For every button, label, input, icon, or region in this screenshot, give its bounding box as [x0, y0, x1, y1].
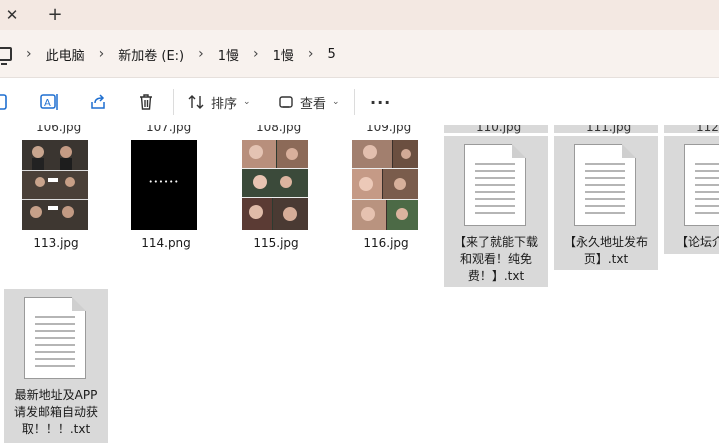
- file-name-line: 页】.txt: [583, 252, 629, 266]
- computer-icon[interactable]: [0, 47, 12, 65]
- file-name[interactable]: 111.jpg: [586, 125, 631, 134]
- file-name-line: 费！】.txt: [467, 269, 525, 283]
- chevron-down-icon: ⌄: [332, 97, 340, 107]
- file-item-114[interactable]: •••••• 114.png: [114, 136, 218, 260]
- new-tab-button[interactable]: +: [44, 4, 66, 26]
- close-tab-icon[interactable]: ✕: [2, 5, 22, 25]
- rename-button[interactable]: A: [40, 91, 60, 113]
- image-thumbnail: [22, 140, 88, 230]
- breadcrumb-drive-e[interactable]: 新加卷 (E:): [118, 45, 184, 64]
- file-name: 116.jpg: [363, 236, 409, 250]
- svg-text:A: A: [44, 98, 51, 109]
- chevron-right-icon[interactable]: ›: [253, 46, 259, 62]
- copy-button[interactable]: [0, 91, 10, 113]
- file-name-line: 【来了就能下载: [453, 235, 538, 249]
- chevron-right-icon[interactable]: ›: [26, 46, 32, 62]
- share-icon: [91, 94, 105, 109]
- address-bar: › 此电脑 › 新加卷 (E:) › 1慢 › 1慢 › 5: [0, 30, 719, 78]
- file-name[interactable]: 107.jpg: [146, 125, 191, 134]
- delete-button[interactable]: [137, 91, 155, 113]
- file-name[interactable]: 112.jp: [696, 125, 719, 134]
- file-name[interactable]: 108.jpg: [256, 125, 301, 134]
- file-name-line: 【论坛介: [676, 235, 719, 249]
- toolbar-divider: [173, 89, 174, 115]
- file-name[interactable]: 110.jpg: [476, 125, 521, 134]
- file-name[interactable]: 106.jpg: [36, 125, 81, 134]
- file-name-line: 请发邮箱自动获: [13, 405, 98, 419]
- file-name[interactable]: 109.jpg: [366, 125, 411, 134]
- more-options-button[interactable]: ···: [370, 91, 391, 113]
- image-thumbnail: [352, 140, 418, 230]
- file-item-115[interactable]: 115.jpg: [224, 136, 328, 260]
- chevron-right-icon[interactable]: ›: [308, 46, 314, 62]
- text-file-icon: [574, 144, 636, 226]
- thumbnail-dots: ••••••: [148, 178, 180, 186]
- file-item-116[interactable]: 116.jpg: [334, 136, 438, 260]
- text-file-icon: [24, 297, 86, 379]
- file-item-txt-latest[interactable]: 最新地址及APP 请发邮箱自动获 取！！！.txt: [4, 289, 108, 443]
- file-name: 115.jpg: [253, 236, 299, 250]
- file-name-line: 【永久地址发布: [563, 235, 648, 249]
- image-thumbnail: [242, 140, 308, 230]
- image-thumbnail: ••••••: [131, 140, 197, 230]
- chevron-right-icon[interactable]: ›: [198, 46, 204, 62]
- file-item-113[interactable]: 113.jpg: [4, 136, 108, 260]
- view-icon: [279, 96, 293, 108]
- sort-icon: [188, 95, 204, 109]
- breadcrumb-folder-5[interactable]: 5: [328, 47, 336, 62]
- sort-button[interactable]: 排序 ⌄: [187, 91, 251, 113]
- copy-icon: [0, 94, 7, 110]
- command-bar: A 排序 ⌄ 查看 ⌄ ···: [0, 79, 719, 125]
- file-item-txt-permanent[interactable]: 【永久地址发布 页】.txt: [554, 136, 658, 270]
- text-file-icon: [684, 144, 719, 226]
- file-item-txt-forum[interactable]: 【论坛介: [664, 136, 719, 254]
- chevron-down-icon: ⌄: [243, 97, 251, 107]
- toolbar-divider: [354, 89, 355, 115]
- file-list: 106.jpg 107.jpg 108.jpg 109.jpg 110.jpg …: [0, 125, 719, 443]
- tab-strip: ✕ +: [0, 0, 719, 30]
- sort-label: 排序: [211, 96, 238, 112]
- view-button[interactable]: 查看 ⌄: [278, 91, 340, 113]
- file-name-line: 最新地址及APP: [14, 388, 98, 402]
- view-label: 查看: [300, 96, 327, 112]
- rename-icon: A: [40, 94, 58, 110]
- chevron-right-icon[interactable]: ›: [99, 46, 105, 62]
- file-name-line: 取！！！.txt: [21, 422, 91, 436]
- text-file-icon: [464, 144, 526, 226]
- file-item-txt-download[interactable]: 【来了就能下载 和观看！纯免 费！】.txt: [444, 136, 548, 287]
- breadcrumb-folder-2[interactable]: 1慢: [273, 45, 294, 64]
- file-name: 113.jpg: [33, 236, 79, 250]
- trash-icon: [140, 94, 152, 110]
- file-name: 114.png: [141, 236, 191, 250]
- share-button[interactable]: [89, 91, 107, 113]
- breadcrumb-folder-1[interactable]: 1慢: [218, 45, 239, 64]
- breadcrumb-this-pc[interactable]: 此电脑: [46, 45, 85, 64]
- breadcrumb: › 此电脑 › 新加卷 (E:) › 1慢 › 1慢 › 5: [0, 30, 336, 78]
- file-name-line: 和观看！纯免: [459, 252, 532, 266]
